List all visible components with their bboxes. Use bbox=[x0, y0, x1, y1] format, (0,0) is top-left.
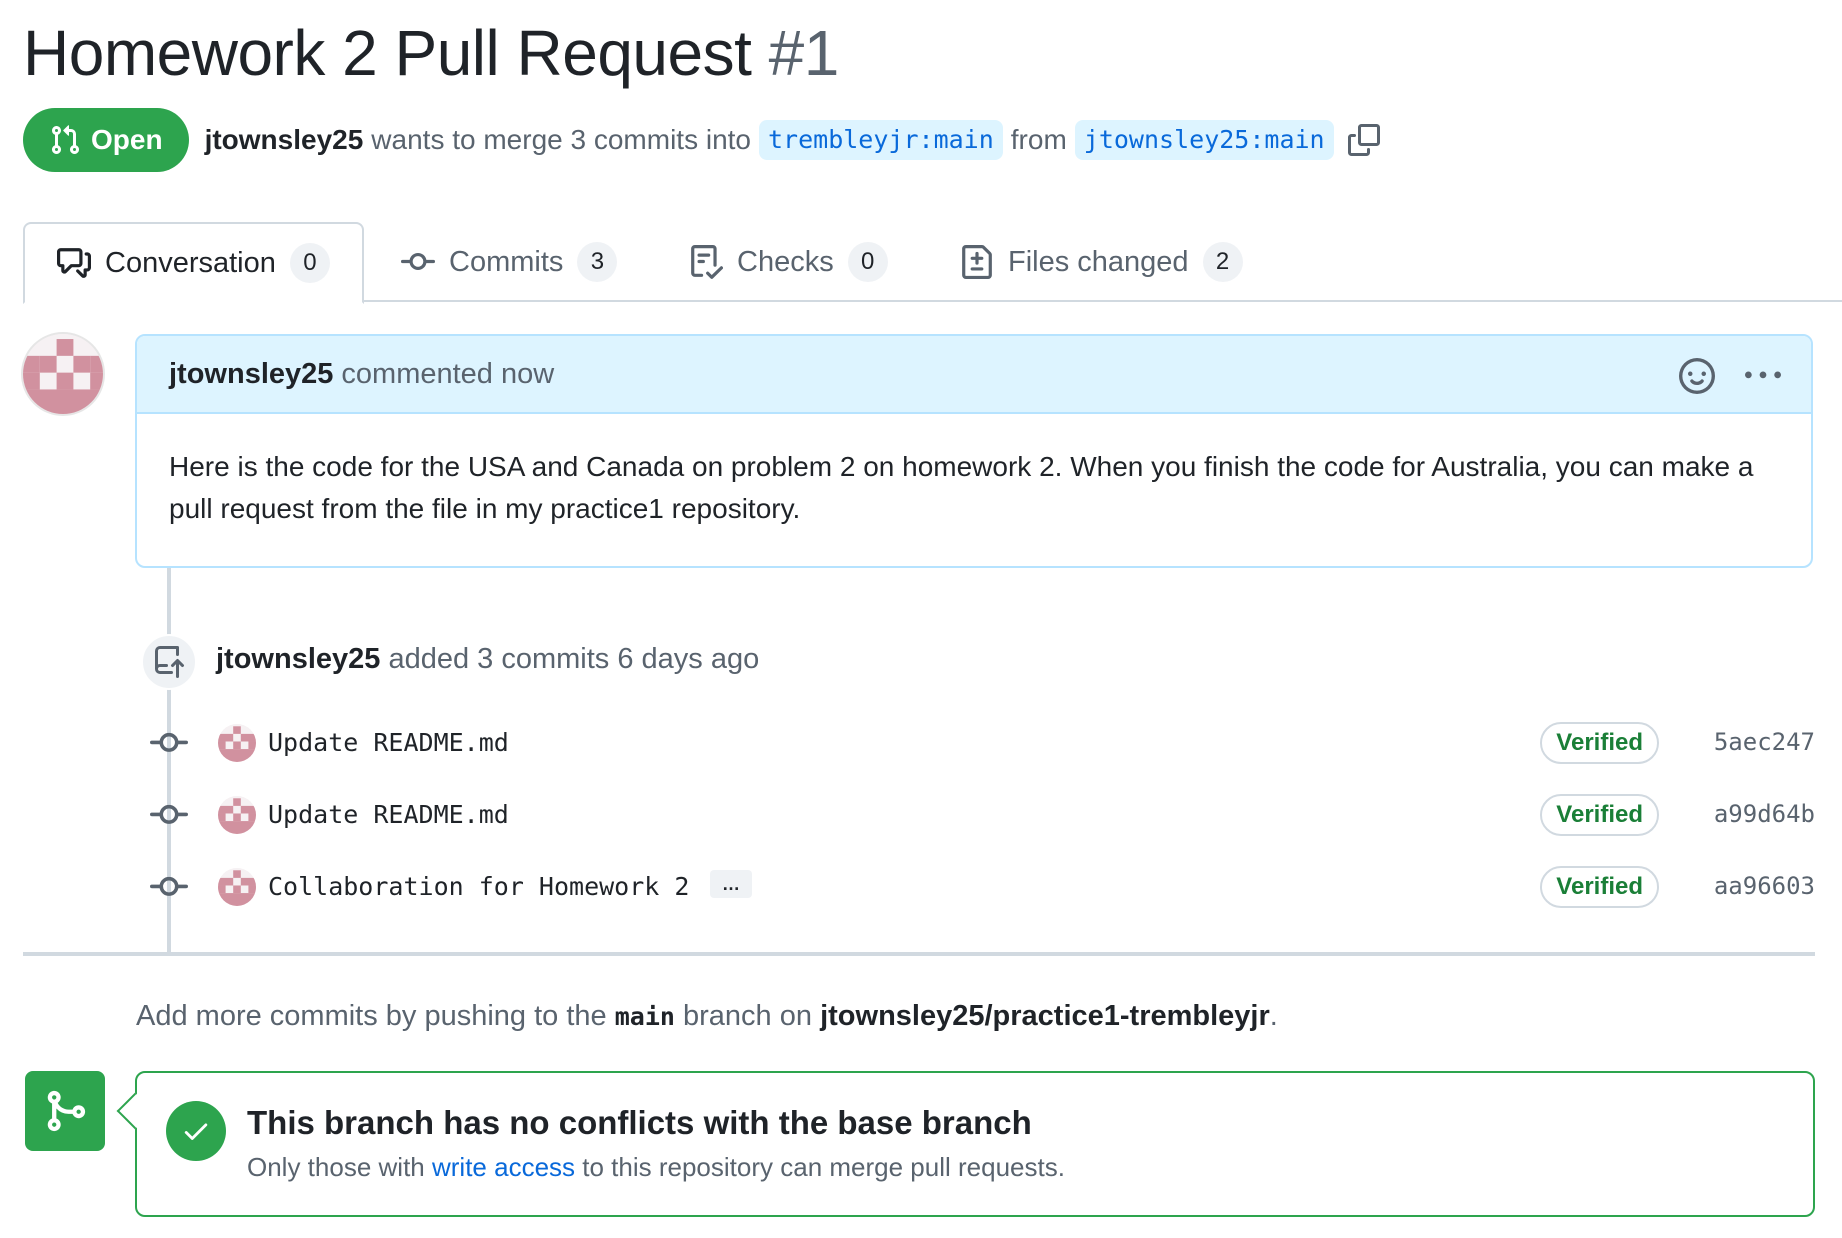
git-commit-icon bbox=[150, 732, 188, 752]
merge-status-title: This branch has no conflicts with the ba… bbox=[247, 1104, 1032, 1141]
hint-repo-link[interactable]: jtownsley25/practice1-trembleyjr bbox=[820, 1000, 1270, 1032]
comment-body: Here is the code for the USA and Canada … bbox=[169, 451, 1754, 524]
comment-discussion-icon bbox=[57, 248, 91, 278]
git-pull-request-icon bbox=[51, 125, 80, 155]
tab-conversation[interactable]: Conversation 0 bbox=[23, 222, 364, 304]
avatar[interactable] bbox=[21, 332, 105, 416]
merge-sub-prefix: Only those with bbox=[247, 1152, 425, 1182]
repo-push-icon bbox=[155, 646, 184, 678]
hint-middle: branch on bbox=[683, 1000, 813, 1032]
comment-action: commented now bbox=[341, 357, 555, 390]
author-link[interactable]: jtownsley25 bbox=[205, 124, 364, 156]
tab-counter: 3 bbox=[577, 242, 618, 282]
file-diff-icon bbox=[962, 245, 992, 279]
head-branch[interactable]: jtownsley25:main bbox=[1074, 120, 1334, 160]
check-icon bbox=[184, 1123, 208, 1140]
tab-label: Conversation bbox=[105, 246, 276, 279]
commit-row: Collaboration for Homework 2 … Verified … bbox=[150, 866, 1815, 910]
comment-actions bbox=[1679, 358, 1781, 394]
hint-branch: main bbox=[614, 1002, 675, 1031]
verified-badge[interactable]: Verified bbox=[1540, 866, 1659, 908]
identicon-avatar bbox=[218, 796, 256, 834]
avatar[interactable] bbox=[218, 868, 256, 906]
pr-meta: Open jtownsley25 wants to merge 3 commit… bbox=[23, 108, 1380, 172]
merge-status-subtitle: Only those with write access to this rep… bbox=[247, 1152, 1065, 1183]
pr-number: #1 bbox=[768, 17, 840, 89]
tab-commits[interactable]: Commits 3 bbox=[401, 222, 618, 302]
git-commit-icon bbox=[150, 876, 188, 896]
merge-sub-suffix: to this repository can merge pull reques… bbox=[582, 1152, 1065, 1182]
merge-text: wants to merge 3 commits into bbox=[371, 124, 751, 155]
push-description: added 3 commits 6 days ago bbox=[388, 643, 760, 675]
avatar[interactable] bbox=[218, 724, 256, 762]
tab-files-changed[interactable]: Files changed 2 bbox=[960, 222, 1243, 302]
timeline-divider bbox=[23, 952, 1815, 956]
push-author[interactable]: jtownsley25 bbox=[216, 643, 380, 675]
hint-prefix: Add more commits by pushing to the bbox=[136, 1000, 607, 1032]
verified-badge[interactable]: Verified bbox=[1540, 794, 1659, 836]
pr-title: Homework 2 Pull Request #1 bbox=[23, 16, 839, 90]
comment-author[interactable]: jtownsley25 bbox=[169, 358, 333, 391]
pr-title-text: Homework 2 Pull Request bbox=[23, 17, 752, 89]
identicon-avatar bbox=[218, 868, 256, 906]
expand-commit-button[interactable]: … bbox=[710, 870, 752, 898]
comment-header: jtownsley25 commented now bbox=[137, 336, 1811, 414]
verified-badge[interactable]: Verified bbox=[1540, 722, 1659, 764]
hint-suffix: . bbox=[1269, 1000, 1278, 1032]
merge-status-icon bbox=[25, 1071, 105, 1151]
push-event-text: jtownsley25 added 3 commits 6 days ago bbox=[216, 643, 759, 676]
commit-sha[interactable]: a99d64b bbox=[1714, 800, 1815, 828]
tab-label: Commits bbox=[449, 245, 564, 278]
avatar[interactable] bbox=[218, 796, 256, 834]
from-text: from bbox=[1010, 124, 1067, 155]
write-access-link[interactable]: write access bbox=[432, 1152, 575, 1182]
tab-counter: 0 bbox=[289, 243, 330, 283]
push-hint: Add more commits by pushing to the main … bbox=[136, 1000, 1278, 1033]
git-merge-icon bbox=[47, 1090, 86, 1132]
commit-row: Update README.md Verified a99d64b bbox=[150, 794, 1815, 838]
tab-checks[interactable]: Checks 0 bbox=[689, 222, 888, 302]
pr-tabs: Conversation 0 Commits 3 Checks 0 Files … bbox=[23, 222, 1842, 304]
tab-counter: 0 bbox=[847, 242, 888, 282]
smiley-icon[interactable] bbox=[1679, 358, 1715, 394]
merge-box bbox=[135, 1071, 1815, 1217]
kebab-horizontal-icon[interactable] bbox=[1745, 358, 1781, 394]
git-commit-icon bbox=[401, 252, 435, 270]
checklist-icon bbox=[691, 245, 723, 279]
state-badge: Open bbox=[23, 108, 189, 172]
copy-icon[interactable] bbox=[1347, 124, 1380, 156]
tab-counter: 2 bbox=[1202, 242, 1243, 282]
comment-box: jtownsley25 commented now Here is the co… bbox=[135, 334, 1813, 568]
commit-message[interactable]: Update README.md bbox=[268, 800, 509, 829]
tab-label: Files changed bbox=[1008, 245, 1189, 278]
commit-row: Update README.md Verified 5aec247 bbox=[150, 722, 1815, 766]
tab-label: Checks bbox=[737, 245, 834, 278]
commit-message[interactable]: Update README.md bbox=[268, 728, 509, 757]
check-circle bbox=[166, 1101, 226, 1161]
commit-message[interactable]: Collaboration for Homework 2 bbox=[268, 872, 689, 901]
commit-sha[interactable]: aa96603 bbox=[1714, 872, 1815, 900]
base-branch[interactable]: trembleyjr:main bbox=[759, 120, 1003, 160]
merge-description: jtownsley25 wants to merge 3 commits int… bbox=[205, 120, 1380, 160]
identicon-avatar bbox=[23, 334, 103, 414]
state-label: Open bbox=[91, 124, 163, 155]
identicon-avatar bbox=[218, 724, 256, 762]
commit-sha[interactable]: 5aec247 bbox=[1714, 728, 1815, 756]
repo-push-badge bbox=[141, 634, 197, 690]
git-commit-icon bbox=[150, 804, 188, 824]
